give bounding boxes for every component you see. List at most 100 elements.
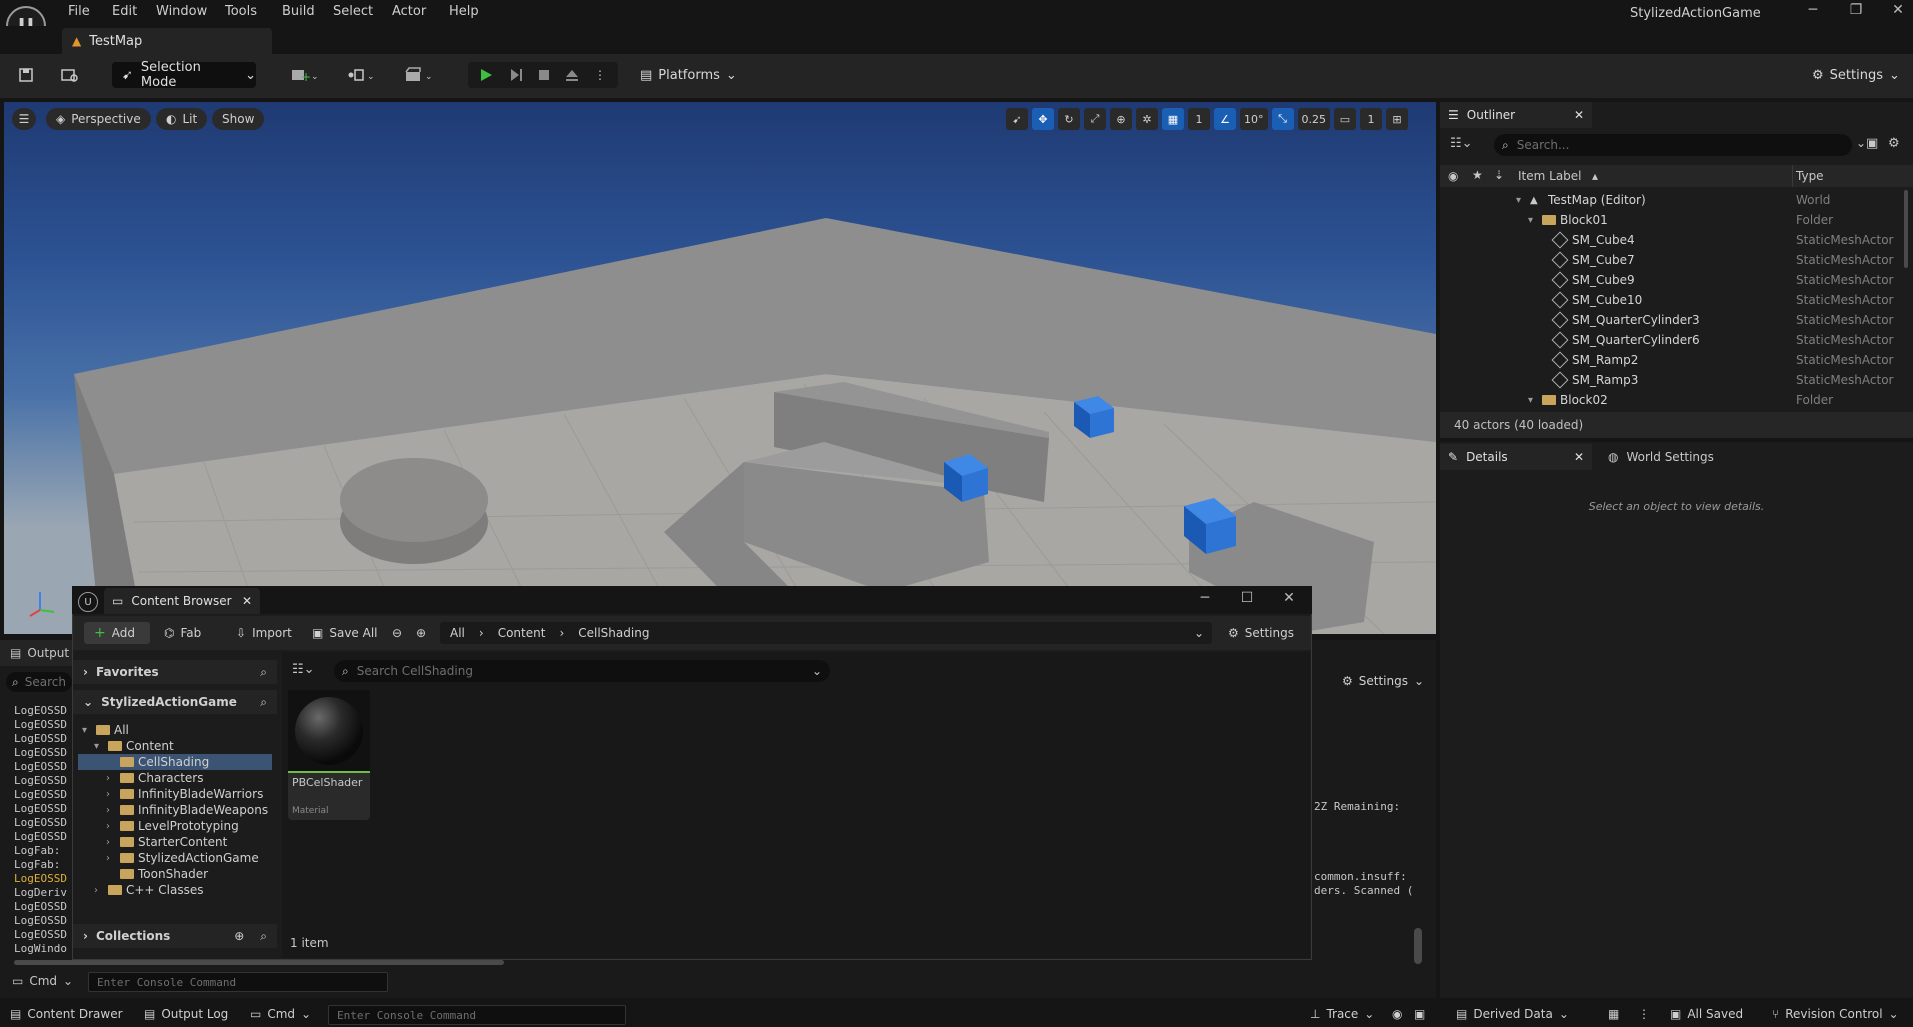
folder-tree-item[interactable]: › C++ Classes [78, 882, 272, 898]
folder-tree-item[interactable]: › LevelPrototyping [78, 818, 272, 834]
platforms-dropdown[interactable]: ▤ Platforms ⌄ [640, 62, 740, 88]
scale-snap-value[interactable]: 0.25 [1297, 108, 1330, 130]
minimize-icon[interactable]: ─ [1800, 2, 1826, 22]
add-folder-icon[interactable]: ▣ [1866, 136, 1878, 151]
performance-icon[interactable]: ▦ [1608, 1006, 1619, 1022]
back-icon[interactable]: ⊖ [392, 622, 402, 644]
tab-details[interactable]: ✎ Details ✕ [1440, 444, 1592, 470]
expand-arrow-icon[interactable]: ▾ [1528, 215, 1533, 226]
outliner-row[interactable]: SM_Cube4 StaticMeshActor [1440, 230, 1902, 250]
breadcrumb-content[interactable]: Content [498, 626, 546, 640]
horizontal-scrollbar[interactable] [14, 960, 504, 965]
tab-testmap[interactable]: ▲ TestMap [62, 28, 272, 54]
search-icon[interactable]: ⌕ [260, 695, 267, 710]
more-icon[interactable]: ⋮ [1638, 1006, 1650, 1022]
content-drawer-button[interactable]: ▤ Content Drawer [10, 1006, 123, 1022]
favorites-section[interactable]: › Favorites ⌕ [73, 660, 277, 684]
project-section[interactable]: ⌄ StylizedActionGame ⌕ [73, 690, 277, 714]
status-console-input[interactable]: Enter Console Command [328, 1005, 626, 1025]
chevron-down-icon[interactable]: ⌄ [812, 664, 822, 678]
expand-arrow-icon[interactable]: › [106, 821, 116, 832]
menu-file[interactable]: File [68, 4, 90, 19]
save-icon[interactable] [14, 62, 38, 88]
show-button[interactable]: Show [212, 108, 265, 130]
expand-arrow-icon[interactable]: ▾ [1528, 395, 1533, 406]
cmd-dropdown[interactable]: ▭ Cmd ⌄ [12, 974, 73, 988]
outliner-row[interactable]: SM_Cube9 StaticMeshActor [1440, 270, 1902, 290]
expand-arrow-icon[interactable]: ▾ [1516, 195, 1521, 206]
output-search-input[interactable]: ⌕ Search [6, 672, 72, 692]
all-saved-button[interactable]: ▣ All Saved [1670, 1006, 1743, 1022]
outliner-row[interactable]: SM_QuarterCylinder6 StaticMeshActor [1440, 330, 1902, 350]
folder-tree-item[interactable]: CellShading [78, 754, 272, 770]
filter-icon[interactable]: ☷⌄ [1450, 136, 1473, 151]
asset-search-input[interactable]: ⌕ Search CellShading ⌄ [334, 660, 830, 682]
pin-icon[interactable]: ⇣ [1494, 168, 1504, 182]
tab-content-browser[interactable]: ▭ Content Browser ✕ [104, 588, 260, 614]
level-viewport[interactable] [4, 102, 1436, 634]
fab-button[interactable]: ⌬ Fab [164, 622, 201, 644]
outliner-row[interactable]: SM_Ramp2 StaticMeshActor [1440, 350, 1902, 370]
translate-tool-icon[interactable]: ✥ [1032, 108, 1054, 130]
surface-snap-icon[interactable]: ✲ [1136, 108, 1158, 130]
filter-icon[interactable]: ☷⌄ [292, 662, 315, 677]
close-icon[interactable]: ✕ [1574, 108, 1584, 122]
grid-snap-icon[interactable]: ▦ [1162, 108, 1184, 130]
expand-arrow-icon[interactable]: › [106, 837, 116, 848]
expand-arrow-icon[interactable]: ▾ [94, 741, 104, 752]
close-icon[interactable]: ✕ [1574, 450, 1584, 464]
screenshot-icon[interactable]: ▣ [1414, 1006, 1425, 1022]
camera-speed-value[interactable]: 1 [1360, 108, 1382, 130]
step-icon[interactable] [504, 62, 528, 88]
outliner-row[interactable]: SM_QuarterCylinder3 StaticMeshActor [1440, 310, 1902, 330]
menu-build[interactable]: Build [282, 4, 315, 19]
breadcrumb-all[interactable]: All [450, 626, 465, 640]
outliner-row[interactable]: SM_Ramp3 StaticMeshActor [1440, 370, 1902, 390]
folder-tree-item[interactable]: › Characters [78, 770, 272, 786]
maximize-icon[interactable]: ☐ [1234, 590, 1260, 610]
tab-outliner[interactable]: ☰ Outliner ✕ [1440, 102, 1592, 128]
menu-select[interactable]: Select [333, 4, 373, 19]
menu-help[interactable]: Help [449, 4, 479, 19]
outliner-row[interactable]: ▾ ▲ TestMap (Editor) World [1440, 190, 1902, 210]
folder-tree-item[interactable]: › StylizedActionGame [78, 850, 272, 866]
trace-dropdown[interactable]: ⊥ Trace ⌄ [1310, 1006, 1374, 1022]
scale-tool-icon[interactable]: ⤢ [1084, 108, 1106, 130]
folder-tree-item[interactable]: › InfinityBladeWarriors [78, 786, 272, 802]
col-item-label[interactable]: Item Label [1518, 169, 1582, 183]
menu-actor[interactable]: Actor [392, 4, 426, 19]
search-icon[interactable]: ⌕ [260, 929, 267, 944]
outliner-scrollbar[interactable] [1904, 190, 1908, 268]
derived-data-dropdown[interactable]: ▤ Derived Data ⌄ [1456, 1006, 1569, 1022]
outliner-search-input[interactable]: ⌕ Search... [1494, 134, 1852, 156]
camera-speed-icon[interactable]: ▭ [1334, 108, 1356, 130]
close-window-icon[interactable]: ✕ [1885, 2, 1911, 22]
close-icon[interactable]: ✕ [242, 594, 252, 608]
grid-snap-value[interactable]: 1 [1188, 108, 1210, 130]
select-tool-icon[interactable]: ➹ [1006, 108, 1028, 130]
add-button[interactable]: + Add [84, 622, 150, 644]
record-icon[interactable]: ◉ [1392, 1006, 1402, 1022]
rotation-snap-value[interactable]: 10° [1240, 108, 1268, 130]
log-scrollbar[interactable] [1414, 928, 1422, 964]
revision-control-dropdown[interactable]: ⑂ Revision Control ⌄ [1772, 1006, 1899, 1022]
eject-icon[interactable] [560, 62, 584, 88]
expand-arrow-icon[interactable]: › [106, 789, 116, 800]
add-collection-icon[interactable]: ⊕ [234, 929, 244, 943]
play-icon[interactable] [474, 62, 498, 88]
console-input[interactable]: Enter Console Command [88, 972, 388, 992]
restore-icon[interactable]: ❐ [1843, 2, 1869, 22]
gear-icon[interactable]: ⚙ [1888, 136, 1900, 151]
world-space-icon[interactable]: ⊕ [1110, 108, 1132, 130]
save-all-button[interactable]: ▣ Save All [312, 622, 378, 644]
collections-section[interactable]: › Collections ⊕ ⌕ [73, 924, 277, 948]
expand-arrow-icon[interactable]: › [94, 885, 104, 896]
rotate-tool-icon[interactable]: ↻ [1058, 108, 1080, 130]
add-actor-icon[interactable]: + ⌄ [286, 62, 326, 88]
outliner-row[interactable]: ▾ Block02 Folder [1440, 390, 1902, 410]
output-log-button[interactable]: ▤ Output Log [144, 1006, 228, 1022]
expand-arrow-icon[interactable]: › [106, 773, 116, 784]
breadcrumb-cellshading[interactable]: CellShading [578, 626, 649, 640]
menu-window[interactable]: Window [156, 4, 207, 19]
output-settings-button[interactable]: ⚙ Settings ⌄ [1342, 674, 1424, 688]
